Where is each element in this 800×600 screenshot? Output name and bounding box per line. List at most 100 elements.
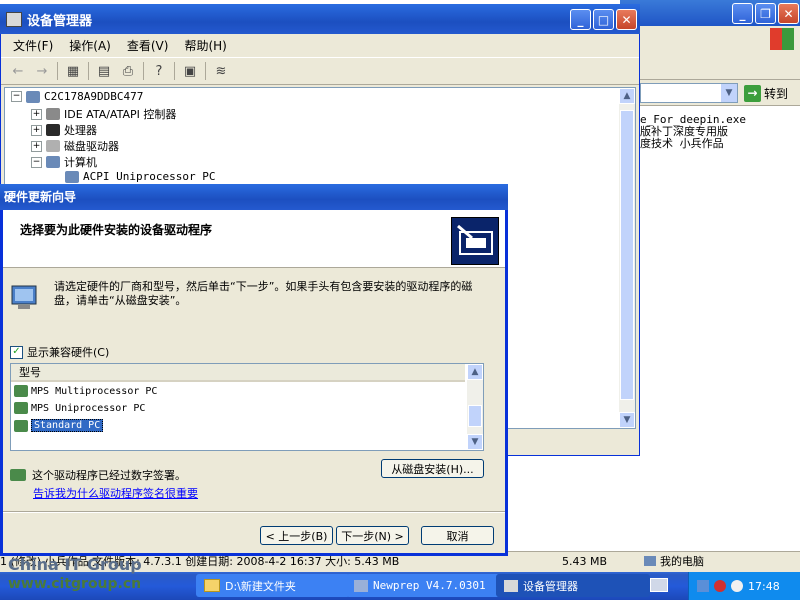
watermark-url: www.citgroup.cn	[8, 576, 142, 592]
minimize-icon[interactable]: _	[732, 3, 753, 24]
toolbar-divider	[205, 62, 206, 80]
properties-icon[interactable]: ▤	[95, 62, 113, 80]
driver-icon	[14, 402, 28, 414]
list-item-selected[interactable]: Standard PC	[14, 419, 104, 432]
close-icon[interactable]: ✕	[616, 9, 637, 30]
button-separator	[3, 511, 505, 513]
list-item[interactable]: MPS Uniprocessor PC	[14, 402, 145, 414]
clock[interactable]: 17:48	[748, 580, 780, 593]
folder-icon	[204, 579, 220, 592]
computer-icon	[644, 556, 656, 566]
collapse-icon[interactable]: −	[11, 91, 22, 102]
next-button[interactable]: 下一步(N) >	[336, 526, 409, 545]
chevron-down-icon[interactable]: ▼	[721, 84, 737, 102]
tree-item-label: ACPI Uniprocessor PC	[83, 170, 216, 183]
volume-icon[interactable]	[731, 580, 743, 592]
taskbar-item-label: 设备管理器	[523, 579, 578, 593]
scan-hardware-icon[interactable]: ▣	[181, 62, 199, 80]
scroll-down-icon[interactable]: ▼	[619, 412, 635, 428]
tree-item-label: 计算机	[64, 156, 97, 169]
expand-icon[interactable]: +	[31, 108, 42, 120]
tree-item-label: 磁盘驱动器	[64, 140, 119, 153]
back-arrow-icon[interactable]: ←	[9, 62, 27, 80]
signed-driver-icon	[10, 469, 26, 481]
wizard-titlebar[interactable]: 硬件更新向导	[0, 184, 508, 210]
forward-arrow-icon[interactable]: →	[33, 62, 51, 80]
model-name: MPS Multiprocessor PC	[31, 385, 158, 397]
address-combo[interactable]: ▼	[640, 83, 738, 103]
window-title: 设备管理器	[27, 13, 93, 29]
expand-icon[interactable]: +	[31, 140, 42, 152]
taskbar-item-device-manager[interactable]: 设备管理器	[496, 574, 650, 597]
print-icon[interactable]: ⎙	[119, 62, 137, 80]
close-icon[interactable]: ✕	[778, 3, 799, 24]
toolbar-divider	[57, 62, 58, 80]
go-arrow-icon: →	[744, 84, 761, 102]
toolbar-divider	[88, 62, 89, 80]
expand-icon[interactable]: +	[31, 124, 42, 136]
checkbox-checked-icon[interactable]: ✓	[10, 345, 23, 359]
go-button[interactable]: → 转到	[744, 83, 798, 103]
show-compatible-checkbox[interactable]: ✓ 显示兼容硬件(C)	[10, 344, 109, 360]
scroll-up-icon[interactable]: ▲	[467, 364, 483, 380]
update-driver-icon[interactable]: ≋	[212, 62, 230, 80]
have-disk-button[interactable]: 从磁盘安装(H)...	[381, 459, 484, 478]
network-icon[interactable]	[697, 580, 709, 592]
taskbar-item-newprep[interactable]: Newprep V4.7.0301	[346, 574, 500, 597]
wizard-header	[3, 210, 505, 268]
scroll-thumb[interactable]	[468, 405, 482, 427]
system-tray: 17:48	[688, 572, 800, 600]
device-manager-icon	[6, 11, 22, 27]
list-item[interactable]: MPS Multiprocessor PC	[14, 385, 157, 397]
background-window-titlebar: _ ❐ ✕	[620, 0, 800, 26]
taskbar-item-folder[interactable]: D:\新建文件夹	[196, 574, 350, 597]
tree-item-processor[interactable]: + 处理器	[31, 122, 97, 138]
maximize-icon[interactable]: □	[593, 9, 614, 30]
device-manager-titlebar[interactable]: 设备管理器 _ □ ✕	[0, 4, 640, 34]
taskbar-item-label: Newprep V4.7.0301	[373, 579, 486, 592]
tree-root-label: C2C178A9DDBC477	[44, 90, 144, 103]
scroll-down-icon[interactable]: ▼	[467, 434, 483, 450]
show-hide-tree-icon[interactable]: ▦	[64, 62, 82, 80]
maximize-icon[interactable]: ❐	[755, 3, 776, 24]
disk-drive-icon	[46, 140, 60, 152]
model-column-header[interactable]: 型号	[11, 364, 465, 382]
model-name: MPS Uniprocessor PC	[31, 402, 146, 414]
go-label: 转到	[764, 86, 789, 101]
tree-item-ide[interactable]: + IDE ATA/ATAPI 控制器	[31, 106, 176, 122]
ide-controller-icon	[46, 108, 60, 120]
scroll-up-icon[interactable]: ▲	[619, 88, 635, 104]
computer-icon	[26, 90, 40, 103]
show-compatible-label: 显示兼容硬件(C)	[27, 346, 110, 359]
tree-item-disk[interactable]: + 磁盘驱动器	[31, 138, 119, 154]
menu-help[interactable]: 帮助(H)	[184, 37, 226, 54]
hardware-wizard-icon	[451, 217, 499, 265]
signed-driver-text: 这个驱动程序已经过数字签署。	[32, 469, 186, 482]
menu-file[interactable]: 文件(F)	[13, 37, 53, 54]
cancel-button[interactable]: 取消	[421, 526, 494, 545]
toolbar-divider	[174, 62, 175, 80]
signed-driver-notice: 这个驱动程序已经过数字签署。	[10, 467, 186, 483]
scroll-thumb[interactable]	[620, 110, 634, 400]
hardware-wizard-icon-shape	[457, 224, 493, 255]
security-shield-icon[interactable]	[714, 580, 726, 592]
menu-bar: 文件(F) 操作(A) 查看(V) 帮助(H)	[1, 34, 639, 56]
signing-info-link[interactable]: 告诉我为什么驱动程序签名很重要	[33, 485, 198, 501]
tree-root[interactable]: − C2C178A9DDBC477	[11, 90, 143, 103]
monitor-icon	[10, 280, 40, 314]
tree-item-acpi[interactable]: ACPI Uniprocessor PC	[65, 170, 215, 183]
tree-item-computer[interactable]: − 计算机	[31, 154, 97, 170]
minimize-icon[interactable]: _	[570, 9, 591, 30]
menu-action[interactable]: 操作(A)	[69, 37, 111, 54]
device-manager-icon	[504, 579, 518, 592]
keyboard-icon[interactable]	[650, 578, 668, 592]
wizard-instruction: 请选定硬件的厂商和型号，然后单击“下一步”。如果手头有包含要安装的驱动程序的磁盘…	[54, 280, 473, 307]
tree-item-label: IDE ATA/ATAPI 控制器	[64, 108, 177, 121]
tree-item-label: 处理器	[64, 124, 97, 137]
back-button[interactable]: < 上一步(B)	[260, 526, 333, 545]
collapse-icon[interactable]: −	[31, 156, 42, 168]
file-info-text: e_For_deepin.exe 版补丁深度专用版 度技术 小兵作品	[640, 114, 800, 150]
computer-icon	[46, 156, 60, 168]
menu-view[interactable]: 查看(V)	[127, 37, 169, 54]
help-icon[interactable]: ?	[150, 62, 168, 80]
